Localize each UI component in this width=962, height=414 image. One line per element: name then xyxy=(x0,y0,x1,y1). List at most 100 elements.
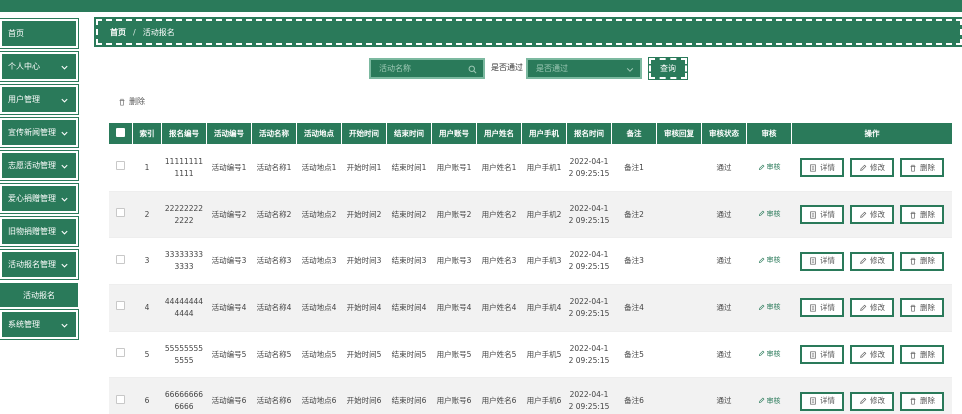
audit-link[interactable]: 审核 xyxy=(758,208,781,220)
audit-link[interactable]: 审核 xyxy=(758,161,781,173)
edit-button[interactable]: 修改 xyxy=(850,298,894,318)
chevron-down-icon xyxy=(61,323,68,328)
cell-end: 结束时间1 xyxy=(386,144,432,192)
delete-button[interactable]: 删除 xyxy=(900,205,944,225)
row-select-cell[interactable] xyxy=(108,237,133,286)
detail-button[interactable]: 详情 xyxy=(800,251,844,271)
cell-start: 开始时间1 xyxy=(341,144,387,192)
cell-index: 4 xyxy=(132,284,162,332)
audit-link[interactable]: 审核 xyxy=(758,301,781,313)
audit-link[interactable]: 审核 xyxy=(758,348,781,360)
audit-link-label: 审核 xyxy=(766,396,781,405)
cell-note: 备注2 xyxy=(611,191,657,239)
sidebar-item-home[interactable]: 首页 xyxy=(0,18,79,49)
breadcrumb-home[interactable]: 首页 xyxy=(110,27,126,38)
cell-account: 用户账号2 xyxy=(431,191,477,239)
row-checkbox[interactable] xyxy=(116,301,125,311)
row-select-cell[interactable] xyxy=(108,331,133,379)
edit-button[interactable]: 修改 xyxy=(850,251,894,271)
sidebar-item-personal[interactable]: 个人中心 xyxy=(0,51,79,82)
delete-button[interactable]: 删除 xyxy=(900,158,944,178)
cell-actions: 详情 修改 删除 xyxy=(791,237,952,286)
delete-button-label: 删除 xyxy=(920,256,935,266)
cell-actions: 详情 修改 删除 xyxy=(791,284,952,332)
detail-button[interactable]: 详情 xyxy=(800,205,844,225)
row-select-cell[interactable] xyxy=(108,377,133,414)
audit-link[interactable]: 审核 xyxy=(758,254,781,266)
edit-icon xyxy=(860,257,867,265)
edit-button[interactable]: 修改 xyxy=(850,205,894,225)
select-all-checkbox[interactable] xyxy=(116,128,125,137)
sidebar-item-used-goods[interactable]: 旧物捐赠管理 xyxy=(0,216,79,247)
delete-button[interactable]: 删除 xyxy=(900,345,944,365)
sidebar-item-registration[interactable]: 活动报名管理 xyxy=(0,249,79,280)
cell-act-no: 活动编号2 xyxy=(206,191,252,239)
cell-place: 活动地点3 xyxy=(296,237,342,286)
row-select-cell[interactable] xyxy=(108,144,133,192)
cell-phone: 用户手机6 xyxy=(521,377,567,414)
edit-button[interactable]: 修改 xyxy=(850,391,894,411)
detail-button[interactable]: 详情 xyxy=(800,158,844,178)
chevron-down-icon xyxy=(61,164,68,169)
sidebar-item-system[interactable]: 系统管理 xyxy=(0,309,79,340)
activity-name-input[interactable]: 活动名称 xyxy=(369,58,485,79)
sidebar-item-label: 系统管理 xyxy=(8,320,40,329)
batch-delete-button[interactable]: 删除 xyxy=(118,96,145,107)
edit-button-label: 修改 xyxy=(870,396,885,406)
sidebar-item-label: 活动报名管理 xyxy=(8,260,56,269)
document-icon xyxy=(810,257,816,265)
row-checkbox[interactable] xyxy=(116,254,125,264)
cell-index: 2 xyxy=(132,191,162,239)
row-select-cell[interactable] xyxy=(108,284,133,332)
edit-icon xyxy=(758,210,764,217)
sidebar-item-news[interactable]: 宣传新闻管理 xyxy=(0,117,79,148)
sidebar-subitem-registration[interactable]: 活动报名 xyxy=(0,283,78,307)
edit-button[interactable]: 修改 xyxy=(850,345,894,365)
sidebar-item-donation[interactable]: 爱心捐赠管理 xyxy=(0,183,79,214)
edit-icon xyxy=(860,164,867,171)
table-row: 5 555555555555 活动编号5 活动名称5 活动地点5 开始时间5 结… xyxy=(108,331,952,379)
cell-user-name: 用户姓名4 xyxy=(476,284,522,332)
column-header: 活动编号 xyxy=(206,122,252,145)
edit-icon xyxy=(758,257,764,264)
cell-reg-time: 2022-04-12 09:25:15 xyxy=(566,377,612,414)
row-select-cell[interactable] xyxy=(108,191,133,239)
cell-status: 通过 xyxy=(701,144,747,192)
sidebar-item-label: 首页 xyxy=(8,29,24,38)
row-checkbox[interactable] xyxy=(116,161,125,171)
detail-button-label: 详情 xyxy=(820,256,835,266)
cell-audit: 审核 xyxy=(746,191,792,239)
cell-account: 用户账号5 xyxy=(431,331,477,379)
cell-end: 结束时间6 xyxy=(386,377,432,414)
column-header: 结束时间 xyxy=(386,122,432,145)
delete-button[interactable]: 删除 xyxy=(900,251,944,271)
sidebar-item-users[interactable]: 用户管理 xyxy=(0,84,79,115)
audit-link[interactable]: 审核 xyxy=(758,395,781,407)
trash-icon xyxy=(910,211,916,219)
cell-account: 用户账号4 xyxy=(431,284,477,332)
detail-button[interactable]: 详情 xyxy=(800,391,844,411)
trash-icon xyxy=(910,258,916,265)
sidebar-item-volunteer[interactable]: 志愿活动管理 xyxy=(0,150,79,181)
delete-button-label: 删除 xyxy=(920,209,935,219)
row-checkbox[interactable] xyxy=(116,208,125,218)
approval-filter-select[interactable]: 是否通过 xyxy=(526,58,642,79)
registration-table: 索引 报名编号 活动编号 活动名称 活动地点 开始时间 结束时间 用户账号 用户… xyxy=(108,122,952,414)
cell-reg-no: 111111111111 xyxy=(161,144,207,192)
document-icon xyxy=(810,351,816,359)
detail-button[interactable]: 详情 xyxy=(800,298,844,318)
delete-button[interactable]: 删除 xyxy=(900,298,944,318)
cell-reg-no: 444444444444 xyxy=(161,284,207,332)
edit-button-label: 修改 xyxy=(870,349,885,359)
row-checkbox[interactable] xyxy=(116,394,125,404)
row-checkbox[interactable] xyxy=(116,348,125,358)
detail-button[interactable]: 详情 xyxy=(800,345,844,365)
trash-icon xyxy=(910,164,916,172)
column-header: 用户手机 xyxy=(521,122,567,145)
header-select-all[interactable] xyxy=(108,122,133,145)
edit-button[interactable]: 修改 xyxy=(850,158,894,178)
column-header: 报名时间 xyxy=(566,122,612,145)
delete-button[interactable]: 删除 xyxy=(900,391,944,411)
query-button[interactable]: 查询 xyxy=(648,57,688,80)
cell-user-name: 用户姓名6 xyxy=(476,377,522,414)
